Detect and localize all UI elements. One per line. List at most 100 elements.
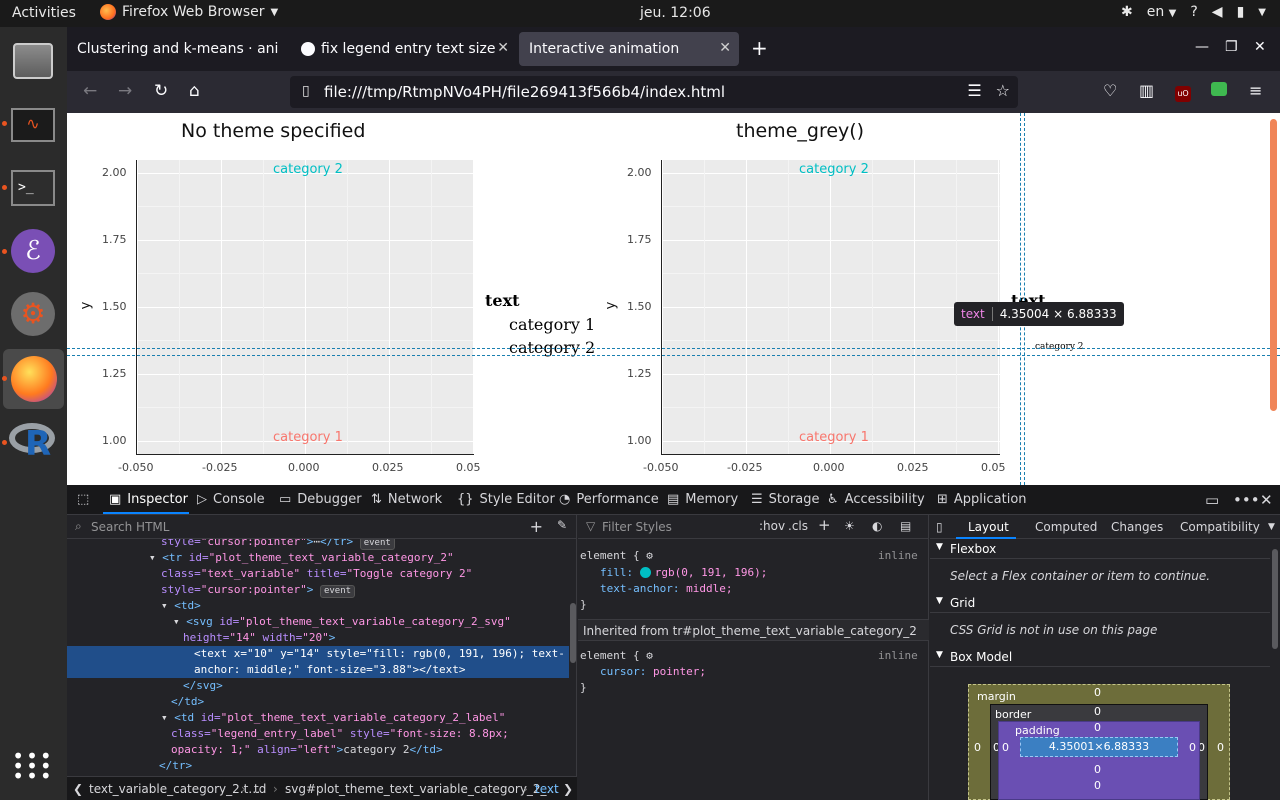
- url-bar[interactable]: ▯ file:///tmp/RtmpNVo4PH/file269413f566b…: [290, 76, 1018, 108]
- markup-line[interactable]: class="text_variable" title="Toggle cate…: [161, 566, 472, 582]
- add-rule-icon[interactable]: +: [818, 516, 831, 534]
- declaration-cursor[interactable]: cursor: pointer;: [600, 665, 706, 678]
- files-icon[interactable]: [9, 37, 57, 85]
- legend-entry-category-2[interactable]: category 2: [1035, 342, 1084, 352]
- dock-side-icon[interactable]: ▭: [1205, 491, 1219, 509]
- page-scrollbar[interactable]: [1270, 119, 1277, 411]
- markup-line[interactable]: style="cursor:pointer">⋯</tr> event: [161, 539, 395, 550]
- hamburger-menu-icon[interactable]: ≡: [1249, 81, 1262, 100]
- more-options-icon[interactable]: •••: [1233, 491, 1260, 509]
- toggle-sidebar-icon[interactable]: ▯: [936, 520, 943, 534]
- selected-markup-line[interactable]: <text x="10" y="14" style="fill: rgb(0, …: [67, 646, 569, 678]
- color-swatch[interactable]: [639, 567, 651, 578]
- markup-line[interactable]: ▾ <tr id="plot_theme_text_variable_categ…: [149, 550, 454, 566]
- markup-line[interactable]: </tr>: [159, 758, 192, 774]
- chevron-down-icon[interactable]: ▼: [1268, 522, 1275, 532]
- chevron-down-icon[interactable]: ▼: [1258, 7, 1266, 18]
- event-badge[interactable]: event: [319, 585, 356, 598]
- gear-icon[interactable]: ⚙: [646, 549, 653, 562]
- markup-line[interactable]: class="legend_entry_label" style="font-s…: [171, 726, 509, 742]
- close-window-button[interactable]: ✕: [1254, 39, 1266, 55]
- volume-icon[interactable]: ◀: [1212, 4, 1223, 20]
- ublock-icon[interactable]: uO: [1175, 81, 1191, 102]
- margin-top-value[interactable]: 0: [1094, 686, 1101, 699]
- search-html-input[interactable]: ⌕ Search HTML + ✎: [67, 515, 577, 539]
- flexbox-section-header[interactable]: ▼ Flexbox: [930, 539, 1270, 559]
- grid-section-header[interactable]: ▼ Grid: [930, 593, 1270, 613]
- breadcrumb-forward-icon[interactable]: ❯: [563, 782, 573, 796]
- tab-legend-fix[interactable]: fix legend entry text size ✕: [291, 32, 517, 66]
- rule-selector[interactable]: element { ⚙: [580, 549, 653, 562]
- breadcrumb-item[interactable]: td: [254, 782, 266, 796]
- tab-application[interactable]: ⊞ Application: [937, 492, 1027, 507]
- clock[interactable]: jeu. 12:06: [640, 5, 711, 21]
- app-grid-icon[interactable]: ••• ••• •••: [9, 742, 57, 790]
- tab-computed[interactable]: Computed: [1035, 520, 1097, 534]
- tab-performance[interactable]: ◔ Performance: [559, 492, 659, 507]
- tab-style-editor[interactable]: {} Style Editor: [457, 492, 555, 507]
- system-monitor-icon[interactable]: ∿: [9, 101, 57, 149]
- markup-line[interactable]: </svg>: [183, 678, 223, 694]
- padding-left-value[interactable]: 0: [1002, 741, 1009, 754]
- padding-bottom-value[interactable]: 0: [1094, 763, 1101, 776]
- box-model-section-header[interactable]: ▼ Box Model: [930, 647, 1270, 667]
- tab-layout[interactable]: Layout: [968, 520, 1009, 534]
- activities-button[interactable]: Activities: [12, 5, 76, 21]
- r-icon[interactable]: R: [9, 417, 57, 465]
- print-media-icon[interactable]: ▤: [900, 519, 911, 533]
- system-tray[interactable]: ✱ en ▼ ? ◀ ▮ ▼: [1121, 4, 1266, 20]
- padding-top-value[interactable]: 0: [1094, 721, 1101, 734]
- close-icon[interactable]: ✕: [719, 40, 731, 56]
- markup-line[interactable]: opacity: 1;" align="left">category 2</td…: [171, 742, 443, 758]
- dark-mode-icon[interactable]: ◐: [872, 519, 882, 533]
- legend-entry-category-1[interactable]: category 1: [509, 315, 595, 334]
- tab-debugger[interactable]: ▭ Debugger: [279, 492, 362, 507]
- tab-console[interactable]: ▷ Console: [197, 492, 265, 507]
- settings-icon[interactable]: ⚙: [9, 290, 57, 338]
- eyedropper-icon[interactable]: ✎: [557, 518, 567, 532]
- app-menu[interactable]: Firefox Web Browser ▼: [100, 4, 278, 20]
- box-model-content-size[interactable]: 4.35001×6.88333: [1020, 737, 1178, 757]
- forward-button[interactable]: →: [118, 81, 132, 101]
- reader-view-icon[interactable]: ☰: [967, 81, 981, 100]
- event-badge[interactable]: event: [359, 539, 395, 550]
- tab-storage[interactable]: ☰ Storage: [751, 492, 820, 507]
- tab-interactive-animation[interactable]: Interactive animation ✕: [519, 32, 739, 66]
- extension-icon[interactable]: [1211, 81, 1227, 100]
- battery-icon[interactable]: ▮: [1237, 4, 1245, 20]
- tab-accessibility[interactable]: ♿ Accessibility: [827, 492, 925, 507]
- back-button[interactable]: ←: [83, 81, 97, 101]
- new-tab-button[interactable]: +: [751, 36, 768, 60]
- hover-toggle-button[interactable]: :hov: [759, 519, 785, 533]
- tab-inspector[interactable]: ▣ Inspector: [109, 492, 188, 507]
- border-bottom-value[interactable]: 0: [1094, 779, 1101, 792]
- tab-compatibility[interactable]: Compatibility: [1180, 520, 1260, 534]
- markup-scrollbar[interactable]: [570, 603, 576, 663]
- bookmark-star-icon[interactable]: ☆: [996, 81, 1010, 100]
- border-top-value[interactable]: 0: [1094, 705, 1101, 718]
- breadcrumb-item[interactable]: svg#plot_theme_text_variable_category_2_…: [285, 782, 559, 796]
- sidebar-scrollbar[interactable]: [1272, 549, 1278, 649]
- breadcrumb-back-icon[interactable]: ❮: [73, 782, 83, 796]
- markup-line[interactable]: style="cursor:pointer"> event: [161, 582, 356, 598]
- markup-line[interactable]: ▾ <td id="plot_theme_text_variable_categ…: [161, 710, 505, 726]
- network-icon[interactable]: ?: [1190, 4, 1197, 20]
- margin-right-value[interactable]: 0: [1217, 741, 1224, 754]
- reload-button[interactable]: ↻: [154, 81, 168, 101]
- gear-icon[interactable]: ⚙: [646, 649, 653, 662]
- close-devtools-icon[interactable]: ✕: [1260, 491, 1273, 509]
- restore-button[interactable]: ❐: [1225, 39, 1238, 55]
- markup-line[interactable]: height="14" width="20">: [183, 630, 335, 646]
- breadcrumb-item[interactable]: text_variable_category_2.t…: [89, 782, 260, 796]
- terminal-icon[interactable]: >_: [9, 164, 57, 212]
- sidebar-icon[interactable]: ▥: [1139, 81, 1154, 100]
- declaration-text-anchor[interactable]: text-anchor: middle;: [600, 582, 732, 595]
- pocket-icon[interactable]: ♡: [1103, 81, 1117, 100]
- markup-line[interactable]: ▾ <td>: [161, 598, 201, 614]
- class-toggle-button[interactable]: .cls: [788, 519, 808, 533]
- rule-selector[interactable]: element { ⚙: [580, 649, 653, 662]
- minimize-button[interactable]: —: [1195, 39, 1209, 55]
- declaration-fill[interactable]: fill: rgb(0, 191, 196);: [600, 566, 767, 579]
- markup-line[interactable]: </td>: [171, 694, 204, 710]
- home-button[interactable]: ⌂: [189, 81, 200, 101]
